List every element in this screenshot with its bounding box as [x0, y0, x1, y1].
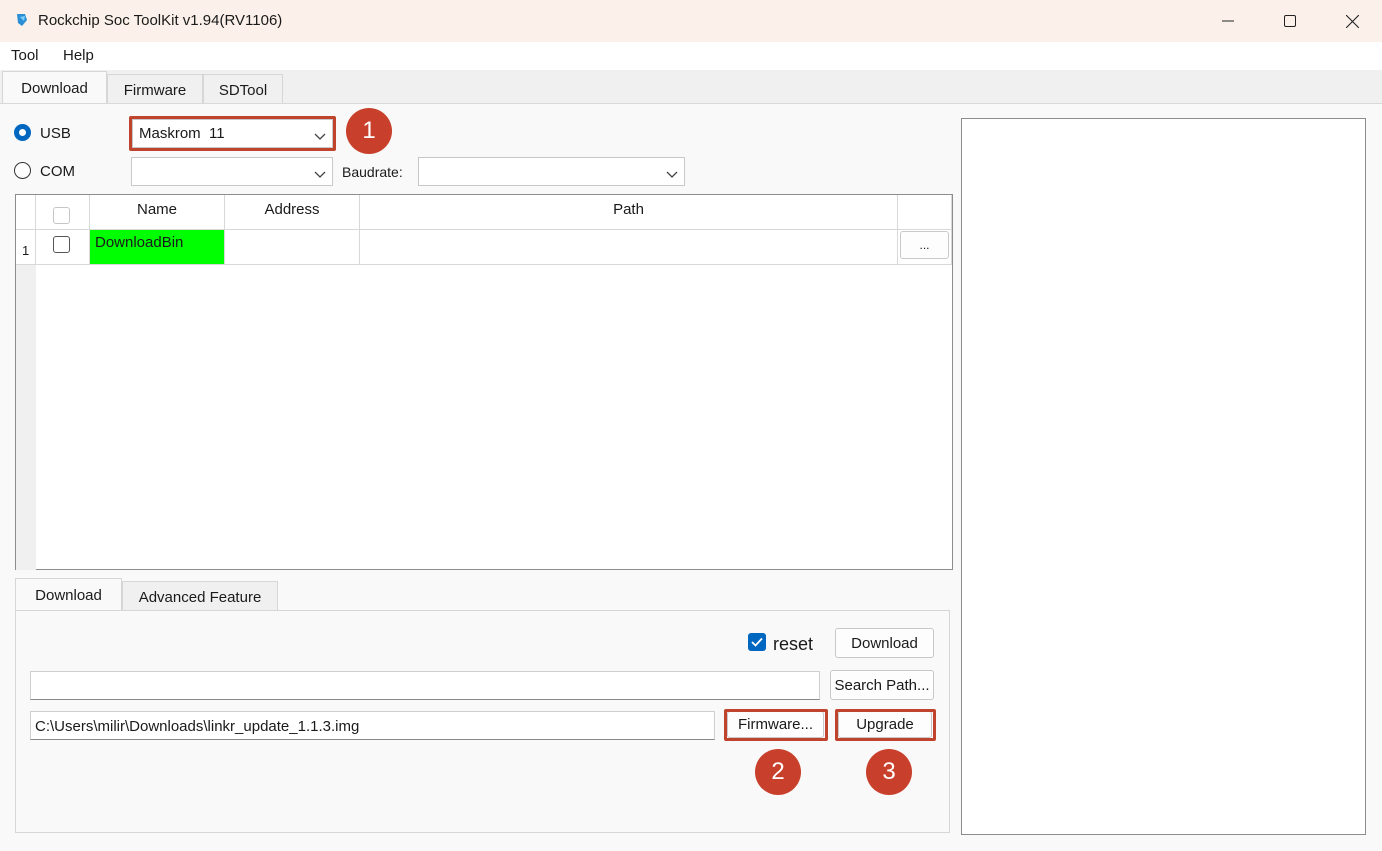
- menu-bar: Tool Help: [0, 42, 1382, 70]
- tab-sdtool[interactable]: SDTool: [203, 74, 283, 106]
- grid-corner: [16, 195, 36, 230]
- browse-path-button[interactable]: ...: [900, 231, 949, 259]
- chevron-down-icon: [666, 166, 678, 183]
- menu-help[interactable]: Help: [63, 47, 94, 64]
- tab-firmware[interactable]: Firmware: [107, 74, 203, 106]
- row-index: 1: [16, 230, 36, 265]
- com-radio[interactable]: [14, 162, 31, 179]
- column-header-address[interactable]: Address: [225, 195, 360, 230]
- step-marker-2: 2: [755, 749, 801, 795]
- maximize-button[interactable]: [1266, 0, 1314, 42]
- tab-download[interactable]: Download: [2, 71, 107, 105]
- tab-lower-download[interactable]: Download: [15, 578, 122, 612]
- tab-advanced-feature[interactable]: Advanced Feature: [122, 581, 278, 613]
- column-header-path[interactable]: Path: [360, 195, 898, 230]
- download-grid: Name Address Path 1 DownloadBin ...: [15, 194, 953, 570]
- com-label: COM: [40, 163, 75, 180]
- firmware-path-field[interactable]: C:\Users\milir\Downloads\linkr_update_1.…: [30, 711, 715, 740]
- minimize-button[interactable]: [1204, 0, 1252, 42]
- baudrate-label: Baudrate:: [342, 164, 403, 180]
- highlight-box-step1: [129, 116, 336, 151]
- search-path-button[interactable]: Search Path...: [830, 670, 934, 700]
- check-icon: [751, 637, 763, 647]
- step-marker-1: 1: [346, 108, 392, 154]
- column-header-browse: [898, 195, 952, 230]
- grid-row-gutter: [16, 265, 36, 570]
- step-marker-3: 3: [866, 749, 912, 795]
- select-all-cell: [36, 195, 90, 230]
- search-path-field[interactable]: [30, 671, 820, 700]
- row-checkbox[interactable]: [53, 236, 70, 253]
- row-name-cell[interactable]: DownloadBin: [90, 230, 225, 265]
- highlight-box-step3: [835, 709, 936, 741]
- com-port-select[interactable]: [131, 157, 333, 186]
- reset-checkbox[interactable]: [748, 633, 766, 651]
- usb-radio[interactable]: [14, 124, 31, 141]
- title-bar: Rockchip Soc ToolKit v1.94(RV1106): [0, 0, 1382, 42]
- row-browse-cell: ...: [898, 230, 952, 265]
- baudrate-select[interactable]: [418, 157, 685, 186]
- usb-label: USB: [40, 125, 71, 142]
- download-button[interactable]: Download: [835, 628, 934, 658]
- rockchip-app-icon: [14, 12, 30, 28]
- highlight-box-step2: [724, 709, 828, 741]
- reset-label: reset: [773, 634, 814, 654]
- column-header-name[interactable]: Name: [90, 195, 225, 230]
- close-button[interactable]: [1328, 0, 1376, 42]
- row-check-cell: [36, 230, 90, 265]
- row-path-cell[interactable]: [360, 230, 898, 265]
- select-all-checkbox[interactable]: [53, 207, 70, 224]
- menu-tool[interactable]: Tool: [11, 47, 39, 64]
- row-address-cell[interactable]: [225, 230, 360, 265]
- chevron-down-icon: [314, 166, 326, 183]
- window-title: Rockchip Soc ToolKit v1.94(RV1106): [38, 12, 283, 29]
- log-output-panel[interactable]: [961, 118, 1366, 835]
